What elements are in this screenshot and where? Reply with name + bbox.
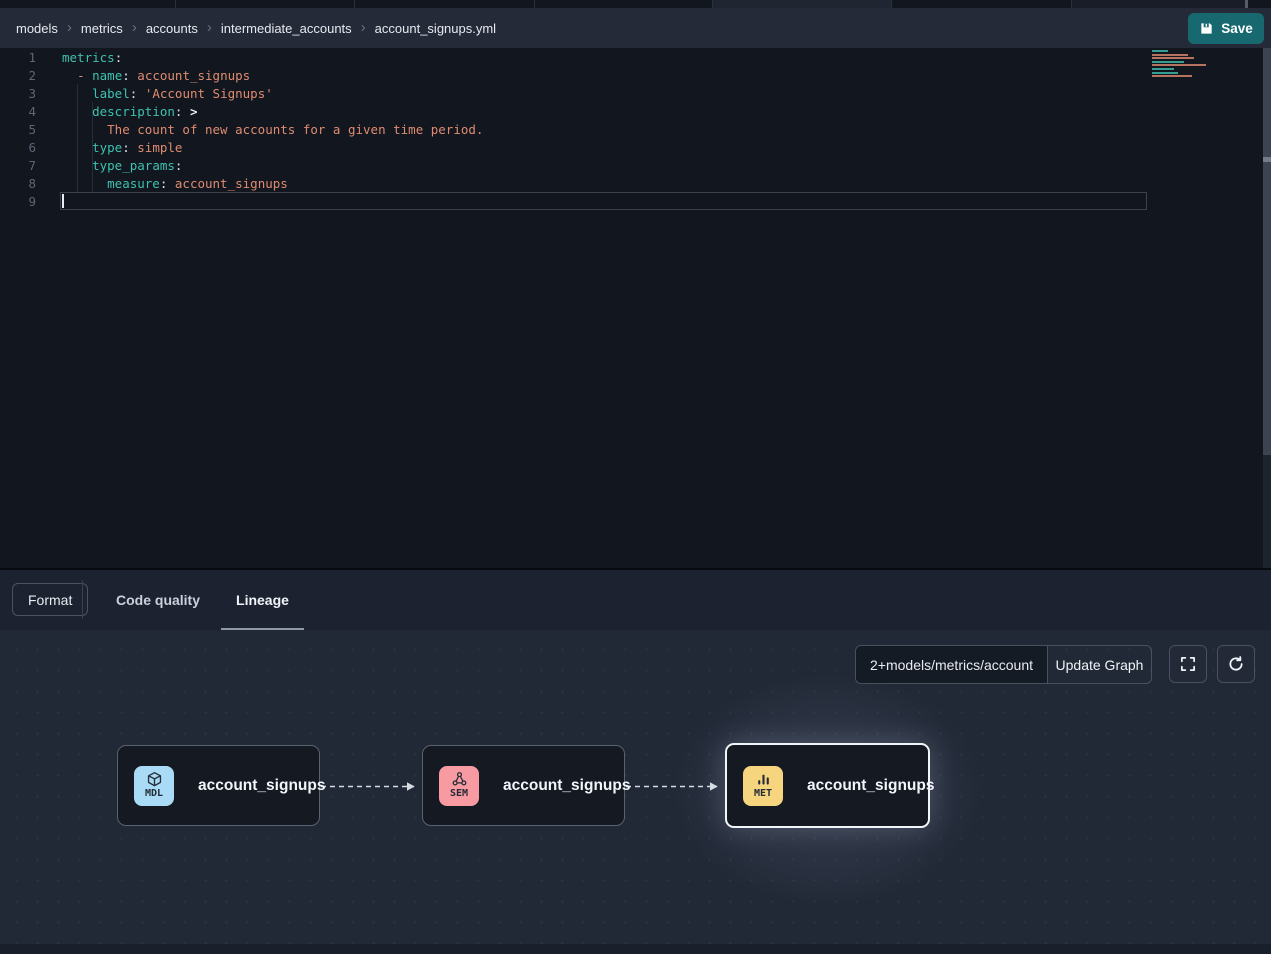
badge-label: SEM (450, 788, 468, 800)
breadcrumb-item[interactable]: accounts (146, 21, 198, 36)
current-line-highlight (60, 192, 1147, 210)
lineage-node-mdl[interactable]: MDLaccount_signups (117, 745, 320, 826)
tab-code-quality[interactable]: Code quality (98, 570, 218, 630)
top-tab-divider (891, 0, 892, 8)
chevron-right-icon: › (207, 19, 212, 36)
tab-lineage[interactable]: Lineage (218, 570, 307, 630)
refresh-button[interactable] (1217, 645, 1255, 683)
node-label: account_signups (503, 777, 630, 795)
code-line[interactable]: type: simple (62, 139, 483, 157)
code-line[interactable]: - name: account_signups (62, 67, 483, 85)
breadcrumb-bar: models › metrics › accounts › intermediate_acc… (0, 8, 1271, 48)
mdl-badge: MDL (134, 766, 174, 806)
line-number: 4 (0, 103, 36, 121)
editor-gutter: 123456789 (0, 49, 36, 211)
top-tab-divider (1245, 0, 1248, 8)
node-label: account_signups (198, 777, 325, 795)
scrollbar-thumb[interactable] (1263, 48, 1271, 455)
code-line[interactable]: label: 'Account Signups' (62, 85, 483, 103)
lineage-canvas[interactable]: Update Graph MDLaccount_signupsSEMaccoun… (0, 630, 1271, 954)
lineage-node-sem[interactable]: SEMaccount_signups (422, 745, 625, 826)
breadcrumb-item[interactable]: intermediate_accounts (221, 21, 352, 36)
chevron-right-icon: › (361, 19, 366, 36)
header-divider (82, 580, 83, 619)
breadcrumb: models › metrics › accounts › intermediate_acc… (16, 20, 496, 37)
code-line[interactable]: description: > (62, 103, 483, 121)
sem-badge: SEM (439, 766, 479, 806)
fullscreen-button[interactable] (1169, 645, 1207, 683)
tab-label: Lineage (236, 592, 289, 608)
code-editor[interactable]: 123456789 metrics: - name: account_signu… (0, 48, 1271, 568)
line-number: 6 (0, 139, 36, 157)
code-line[interactable]: measure: account_signups (62, 175, 483, 193)
save-icon (1199, 21, 1214, 36)
badge-label: MDL (145, 788, 163, 800)
cube-icon (146, 771, 163, 788)
panel-footer (0, 944, 1271, 954)
node-label: account_signups (807, 777, 934, 795)
top-tab-segment[interactable] (1071, 0, 1246, 8)
minimap[interactable] (1152, 50, 1214, 79)
save-button[interactable]: Save (1188, 13, 1264, 44)
top-tab-divider (1071, 0, 1072, 8)
line-number: 9 (0, 193, 36, 211)
bar-chart-icon (755, 771, 772, 788)
fullscreen-icon (1179, 655, 1197, 673)
ide-window: models › metrics › accounts › intermediate_acc… (0, 0, 1271, 954)
format-button[interactable]: Format (12, 583, 88, 616)
breadcrumb-item[interactable]: models (16, 21, 58, 36)
line-number: 5 (0, 121, 36, 139)
top-tab-divider (354, 0, 355, 8)
editor-code[interactable]: metrics: - name: account_signups label: … (62, 49, 483, 211)
lineage-selector-group: Update Graph (855, 645, 1152, 684)
bottom-panel: Format Code quality Lineage Update Graph (0, 568, 1271, 954)
tab-label: Code quality (116, 592, 200, 608)
update-graph-button[interactable]: Update Graph (1047, 646, 1151, 683)
text-cursor (62, 194, 64, 208)
line-number: 1 (0, 49, 36, 67)
code-line[interactable]: metrics: (62, 49, 483, 67)
chevron-right-icon: › (67, 19, 72, 36)
line-number: 2 (0, 67, 36, 85)
scrollbar-marker (1263, 157, 1271, 162)
selector-input[interactable] (856, 646, 1047, 683)
top-tab-segment[interactable] (712, 0, 891, 8)
refresh-icon (1227, 655, 1245, 673)
badge-label: MET (754, 788, 772, 800)
share-nodes-icon (451, 771, 468, 788)
save-label: Save (1221, 21, 1253, 36)
panel-tabs: Code quality Lineage (98, 570, 307, 630)
chevron-right-icon: › (132, 19, 137, 36)
top-tab-strip (0, 0, 1271, 8)
top-tab-divider (175, 0, 176, 8)
breadcrumb-item[interactable]: account_signups.yml (375, 21, 496, 36)
lineage-node-met[interactable]: METaccount_signups (725, 743, 930, 828)
code-line[interactable]: The count of new accounts for a given ti… (62, 121, 483, 139)
met-badge: MET (743, 766, 783, 806)
top-tab-divider (534, 0, 535, 8)
code-line[interactable]: type_params: (62, 157, 483, 175)
top-tab-divider (712, 0, 713, 8)
panel-header: Format Code quality Lineage (0, 568, 1271, 630)
editor-scrollbar[interactable] (1263, 48, 1271, 568)
line-number: 8 (0, 175, 36, 193)
line-number: 3 (0, 85, 36, 103)
line-number: 7 (0, 157, 36, 175)
breadcrumb-item[interactable]: metrics (81, 21, 123, 36)
